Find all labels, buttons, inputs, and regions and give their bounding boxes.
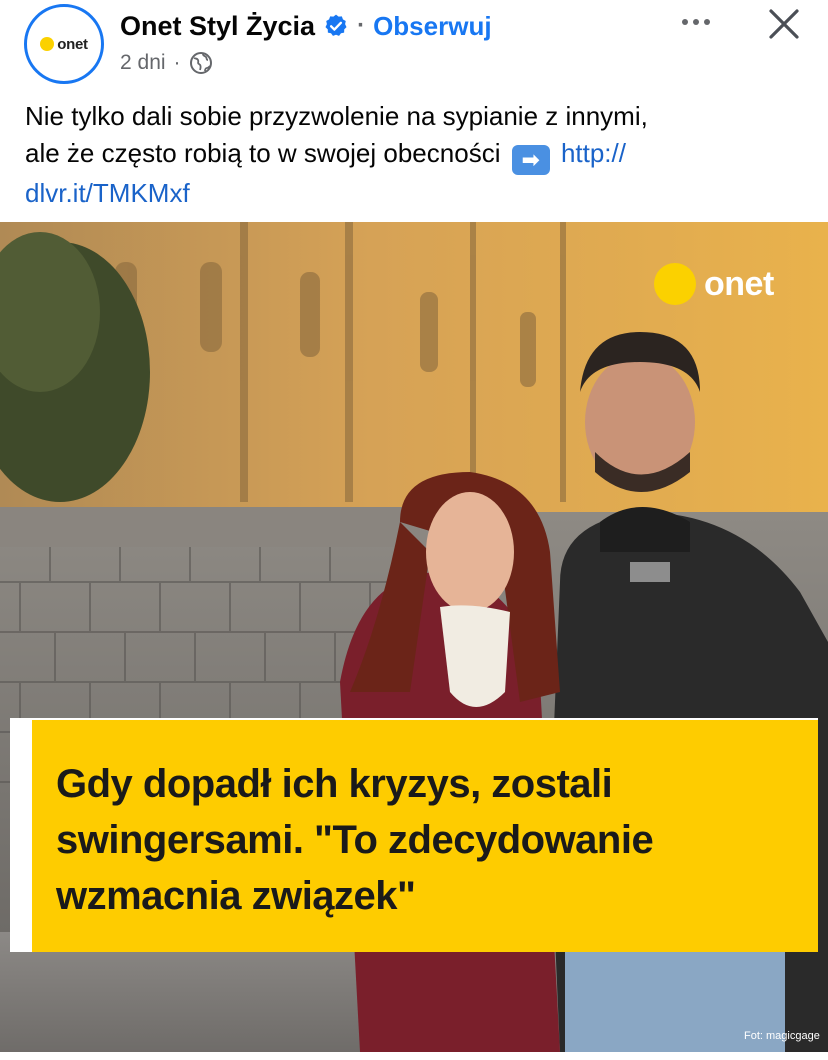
more-dot xyxy=(682,19,688,25)
more-dot xyxy=(704,19,710,25)
right-arrow-emoji-icon: ➡ xyxy=(511,145,550,175)
post-message: Nie tylko dali sobie przyzwolenie na syp… xyxy=(25,98,805,212)
avatar-logo: onet xyxy=(29,9,99,79)
page-name[interactable]: Onet Styl Życia xyxy=(120,11,315,42)
globe-icon xyxy=(189,52,212,74)
more-dot xyxy=(693,19,699,25)
post-time[interactable]: 2 dni xyxy=(120,51,166,75)
page-name-row: Onet Styl Życia · Obserwuj xyxy=(120,8,492,44)
post-header: onet Onet Styl Życia · Obserwuj 2 dni · xyxy=(0,0,828,90)
verified-badge-icon xyxy=(325,14,347,36)
post-text-line2: ale że często robią to w swojej obecnośc… xyxy=(25,138,501,168)
follow-button[interactable]: Obserwuj xyxy=(373,11,491,42)
image-headline: Gdy dopadł ich kryzys, zostali swingersa… xyxy=(56,756,796,924)
photo-credit: Fot: magicgage xyxy=(744,1030,820,1042)
post-link-part2: dlvr.it/TMKMxf xyxy=(25,178,190,208)
more-options-button[interactable] xyxy=(676,6,716,38)
close-icon[interactable] xyxy=(762,2,806,46)
onet-watermark-logo: onet xyxy=(654,260,774,308)
onet-dot-icon xyxy=(40,37,55,51)
headline-line1: Gdy dopadł ich kryzys, zostali xyxy=(56,762,613,806)
headline-line2: swingersami. "To zdecydowanie xyxy=(56,818,654,862)
onet-logo-text: onet xyxy=(704,264,774,303)
avatar-text: onet xyxy=(57,35,88,53)
page-avatar[interactable]: onet xyxy=(24,4,104,84)
onet-logo-dot-icon xyxy=(654,263,696,305)
name-separator: · xyxy=(357,12,366,39)
meta-separator: · xyxy=(173,51,181,74)
post-text-line1: Nie tylko dali sobie przyzwolenie na syp… xyxy=(25,101,648,131)
post-meta: 2 dni · xyxy=(120,48,213,78)
post-link-part1: http:// xyxy=(560,138,626,168)
headline-line3: wzmacnia związek" xyxy=(56,874,416,918)
